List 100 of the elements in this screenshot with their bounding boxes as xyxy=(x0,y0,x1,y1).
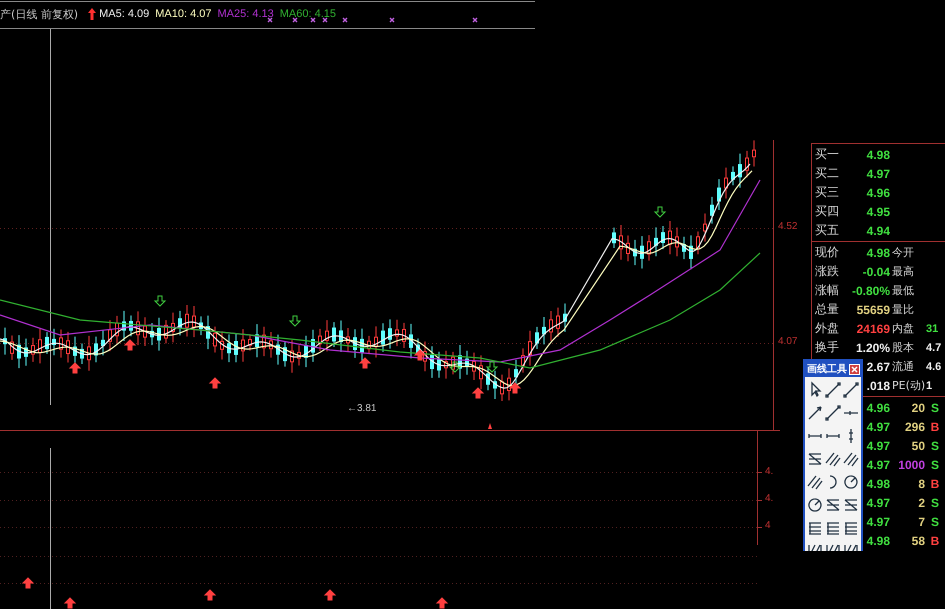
quote-label: 今开 xyxy=(891,245,915,260)
quote-label: 买一 xyxy=(814,146,840,163)
candlestick xyxy=(276,334,280,366)
quote-label: 总量 xyxy=(814,301,840,318)
candlestick xyxy=(409,323,413,359)
trade-volume: 296 xyxy=(904,420,925,434)
candlestick xyxy=(374,326,378,358)
candlestick xyxy=(24,338,28,366)
up-arrow-icon xyxy=(472,387,484,398)
trade-price: 4.97 xyxy=(866,496,890,510)
up-arrow-icon xyxy=(22,577,34,588)
trade-side: S xyxy=(930,438,940,452)
quote-value: 1 xyxy=(925,380,934,392)
trade-volume: 50 xyxy=(910,438,925,452)
trade-side: S xyxy=(930,400,940,414)
candlestick xyxy=(696,230,700,255)
candlestick xyxy=(626,235,630,262)
candlestick xyxy=(633,239,637,266)
close-button[interactable] xyxy=(849,364,860,374)
trade-side: B xyxy=(930,420,940,434)
quote-value: -0.80% xyxy=(852,284,890,298)
candlestick xyxy=(668,220,672,255)
candlestick xyxy=(479,354,483,390)
candlestick xyxy=(178,310,182,336)
candlestick xyxy=(556,307,560,338)
line-segment-icon[interactable] xyxy=(824,381,842,399)
panel-title: 画线工具 xyxy=(807,362,847,376)
candlestick xyxy=(346,328,350,352)
trade-side: S xyxy=(930,496,940,510)
parallel-lines-icon[interactable] xyxy=(824,450,842,468)
up-arrow-icon xyxy=(414,349,426,360)
quote-value: 2.67 xyxy=(866,360,890,374)
candlestick xyxy=(388,318,392,350)
candlestick xyxy=(654,226,658,257)
indicator-value: MA5: 4.09 xyxy=(99,8,150,20)
candlestick xyxy=(612,227,616,249)
axis-label: 4.52 xyxy=(778,221,798,232)
candlestick xyxy=(304,335,308,368)
candlestick xyxy=(150,322,154,346)
quote-value: 4.94 xyxy=(866,224,890,238)
candlestick xyxy=(717,178,721,210)
up-arrow-icon xyxy=(508,382,522,394)
indicator-value: MA60: 4.15 xyxy=(280,8,336,20)
candlestick xyxy=(493,370,497,400)
candlestick xyxy=(213,326,217,353)
candlestick xyxy=(640,236,644,269)
candlestick xyxy=(325,320,329,352)
trade-volume: 20 xyxy=(910,400,925,414)
candlestick xyxy=(227,334,231,363)
trade-volume: 7 xyxy=(917,514,925,528)
quote-value: .018 xyxy=(866,378,890,392)
quote-value: -0.04 xyxy=(862,264,890,278)
up-arrow-icon xyxy=(436,597,448,608)
x-mark-icon xyxy=(267,17,273,23)
candlestick xyxy=(332,322,336,348)
low-price-label: ←3.81 xyxy=(347,403,376,414)
quote-label: PE(动) xyxy=(891,378,925,393)
up-arrow-icon xyxy=(204,589,216,600)
x-mark-icon xyxy=(310,17,316,23)
line-segment-icon[interactable] xyxy=(824,404,842,422)
x-mark-icon xyxy=(342,17,348,23)
quote-value: 4.98 xyxy=(866,148,890,162)
trade-price: 4.97 xyxy=(866,514,890,528)
candlestick xyxy=(38,328,42,364)
candlestick xyxy=(682,236,686,260)
candlestick xyxy=(206,315,210,350)
candlestick xyxy=(724,167,728,199)
candlestick xyxy=(234,333,238,363)
candlestick xyxy=(10,334,14,360)
quote-value: 4.97 xyxy=(866,166,890,180)
candlestick xyxy=(283,341,287,368)
axis-label: 4.07 xyxy=(778,336,798,347)
trade-volume: 1000 xyxy=(897,458,925,472)
candlestick xyxy=(164,320,168,344)
parallel-lines-icon[interactable] xyxy=(842,450,860,468)
trade-side: S xyxy=(930,514,940,528)
arrow-line-icon[interactable] xyxy=(806,404,824,422)
candlestick xyxy=(381,322,385,352)
candlestick xyxy=(731,166,735,186)
candlestick xyxy=(549,310,553,342)
candlestick xyxy=(80,342,84,365)
candlestick xyxy=(647,234,651,262)
candlestick xyxy=(52,328,56,356)
quote-value: 1.20% xyxy=(856,340,890,354)
quote-value: 4.7 xyxy=(925,342,942,354)
candlestick xyxy=(353,328,357,358)
candlestick xyxy=(500,374,504,402)
line-segment-icon[interactable] xyxy=(842,381,860,399)
candlestick xyxy=(3,327,7,356)
quote-value: 4.98 xyxy=(866,246,890,260)
candlestick xyxy=(45,332,49,354)
candlestick xyxy=(157,317,161,352)
quote-label: 最高 xyxy=(891,264,915,279)
candlestick xyxy=(402,322,406,348)
trade-price: 4.97 xyxy=(866,420,890,434)
parallel-lines-icon[interactable] xyxy=(806,473,824,491)
quote-label: 涨幅 xyxy=(814,282,840,299)
trade-side: S xyxy=(930,458,940,472)
x-mark-icon xyxy=(292,17,298,23)
quote-value: 31 xyxy=(925,322,940,334)
